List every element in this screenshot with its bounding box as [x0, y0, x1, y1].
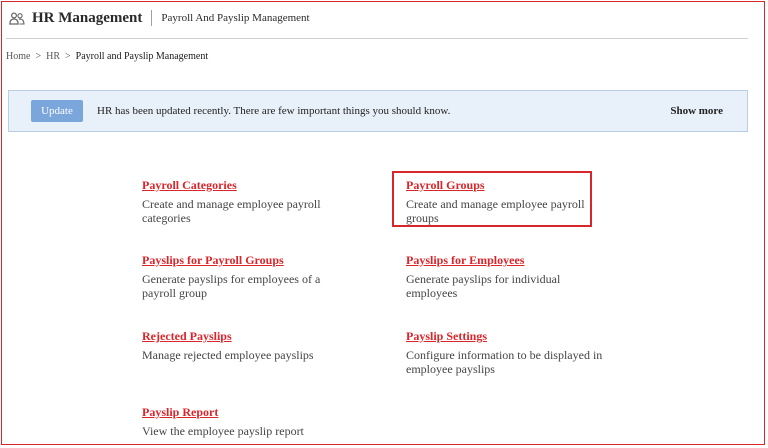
- card-description: Configure information to be displayed in…: [406, 348, 603, 376]
- app-title: HR Management: [32, 9, 143, 26]
- card-description: Generate payslips for employees of a pay…: [142, 272, 321, 300]
- card-payslip-settings: Payslip Settings Configure information t…: [406, 327, 616, 376]
- page-header: HR Management Payroll And Payslip Manage…: [8, 8, 310, 28]
- header-separator: [151, 10, 153, 26]
- card-payslips-payroll-groups: Payslips for Payroll Groups Generate pay…: [142, 251, 342, 300]
- card-payroll-groups: Payroll Groups Create and manage employe…: [406, 176, 596, 225]
- show-more-link[interactable]: Show more: [670, 105, 723, 117]
- card-description: Create and manage employee payroll group…: [406, 197, 585, 225]
- users-icon: [8, 11, 26, 25]
- update-button[interactable]: Update: [31, 100, 83, 122]
- payroll-groups-link[interactable]: Payroll Groups: [406, 178, 485, 192]
- header-divider: [6, 38, 748, 39]
- payslips-employees-link[interactable]: Payslips for Employees: [406, 253, 524, 267]
- breadcrumb-home[interactable]: Home: [6, 51, 30, 62]
- card-description: Manage rejected employee payslips: [142, 348, 314, 362]
- card-description: Create and manage employee payroll categ…: [142, 197, 321, 225]
- card-payslips-employees: Payslips for Employees Generate payslips…: [406, 251, 606, 300]
- payslip-report-link[interactable]: Payslip Report: [142, 405, 218, 419]
- rejected-payslips-link[interactable]: Rejected Payslips: [142, 329, 232, 343]
- update-banner: Update HR has been updated recently. The…: [8, 90, 748, 132]
- payroll-categories-link[interactable]: Payroll Categories: [142, 178, 237, 192]
- payslip-settings-link[interactable]: Payslip Settings: [406, 329, 487, 343]
- payslips-payroll-groups-link[interactable]: Payslips for Payroll Groups: [142, 253, 284, 267]
- breadcrumb-current: Payroll and Payslip Management: [75, 51, 209, 62]
- card-rejected-payslips: Rejected Payslips Manage rejected employ…: [142, 327, 342, 362]
- card-payroll-categories: Payroll Categories Create and manage emp…: [142, 176, 342, 225]
- breadcrumb: Home > HR > Payroll and Payslip Manageme…: [6, 51, 208, 62]
- card-payslip-report: Payslip Report View the employee payslip…: [142, 403, 342, 438]
- page-subtitle: Payroll And Payslip Management: [161, 12, 310, 24]
- page-frame: HR Management Payroll And Payslip Manage…: [1, 1, 765, 445]
- breadcrumb-separator: >: [65, 51, 71, 62]
- breadcrumb-separator: >: [35, 51, 42, 62]
- card-description: View the employee payslip report: [142, 424, 304, 438]
- breadcrumb-hr[interactable]: HR: [46, 51, 60, 62]
- card-description: Generate payslips for individual employe…: [406, 272, 561, 300]
- banner-message: HR has been updated recently. There are …: [97, 105, 451, 117]
